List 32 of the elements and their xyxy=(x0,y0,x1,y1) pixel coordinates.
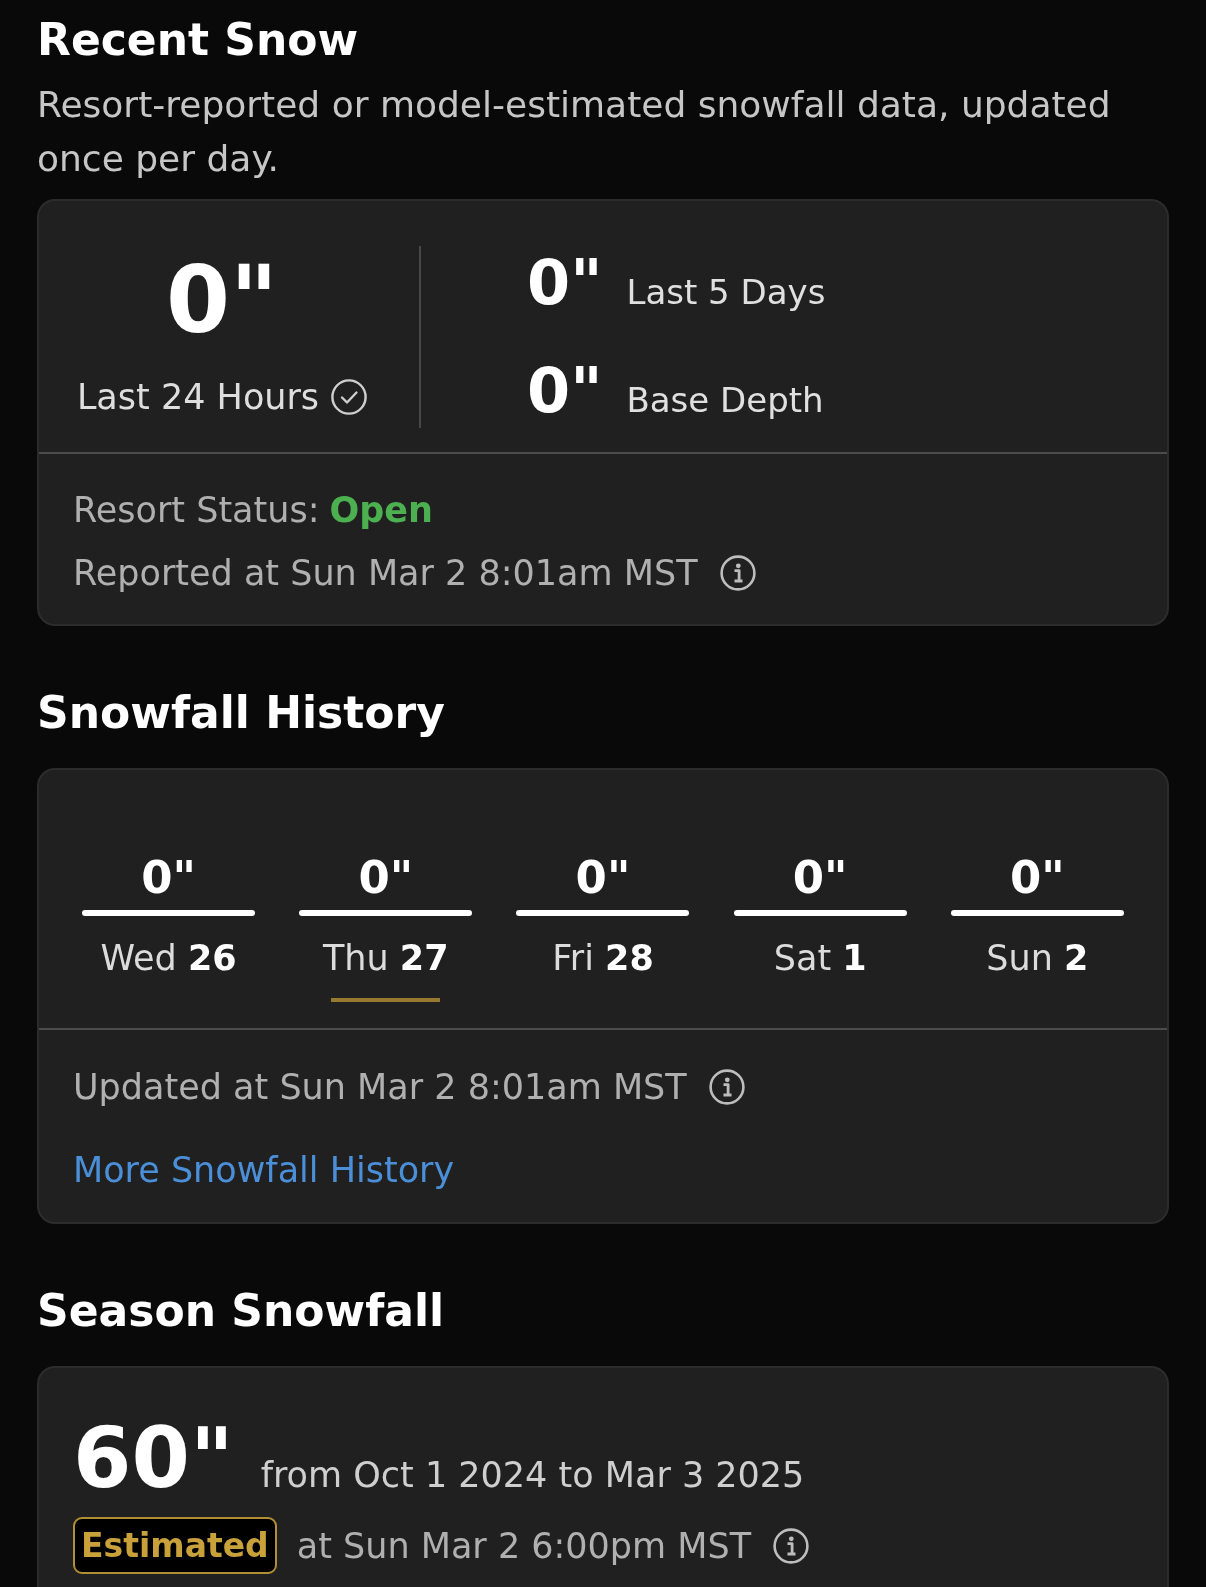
snowfall-value: 0" xyxy=(792,851,848,905)
snowfall-label: Last 5 Days xyxy=(626,272,826,312)
day-tab[interactable]: Thu 27 xyxy=(323,936,449,1002)
snowfall-value: 0" xyxy=(575,851,631,905)
section-heading: Snowfall History xyxy=(37,686,445,739)
report-time: Reported at Sun Mar 2 8:01am MST xyxy=(73,552,698,593)
update-time: Updated at Sun Mar 2 8:01am MST xyxy=(73,1067,687,1107)
info-icon[interactable] xyxy=(719,554,756,591)
info-icon[interactable] xyxy=(708,1069,745,1105)
snowfall-value: 0" xyxy=(141,851,196,905)
season-total: 60" xyxy=(73,1416,234,1500)
snowfall-value: 0" xyxy=(527,246,603,320)
status-label: Resort Status: xyxy=(73,489,320,530)
info-icon[interactable] xyxy=(773,1527,810,1564)
day-tab[interactable]: Fri 28 xyxy=(548,936,658,1002)
status-value: Open xyxy=(329,489,433,530)
snowfall-value: 0" xyxy=(166,255,278,347)
date-range: from Oct 1 2024 to Mar 3 2025 xyxy=(260,1455,805,1495)
snowfall-value: 0" xyxy=(358,851,414,905)
section-heading: Recent Snow xyxy=(37,13,359,66)
day-tab[interactable]: Sat 1 xyxy=(765,936,875,1002)
more-history-link[interactable]: More Snowfall History xyxy=(73,1150,455,1190)
section-description: Resort-reported or model-estimated snowfall data, updated once per day. xyxy=(37,83,1112,181)
snowfall-label: Base Depth xyxy=(626,380,824,420)
day-tab[interactable]: Sun 2 xyxy=(982,936,1092,1002)
snowfall-value: 0" xyxy=(1010,851,1065,905)
estimated-badge: Estimated xyxy=(73,1517,277,1574)
day-tab[interactable]: Wed 26 xyxy=(100,936,237,1002)
section-heading: Season Snowfall xyxy=(37,1284,445,1337)
snowfall-value: 0" xyxy=(527,354,603,428)
estimate-time: at Sun Mar 2 6:00pm MST xyxy=(296,1525,752,1566)
snowfall-label: Last 24 Hours xyxy=(76,376,320,419)
